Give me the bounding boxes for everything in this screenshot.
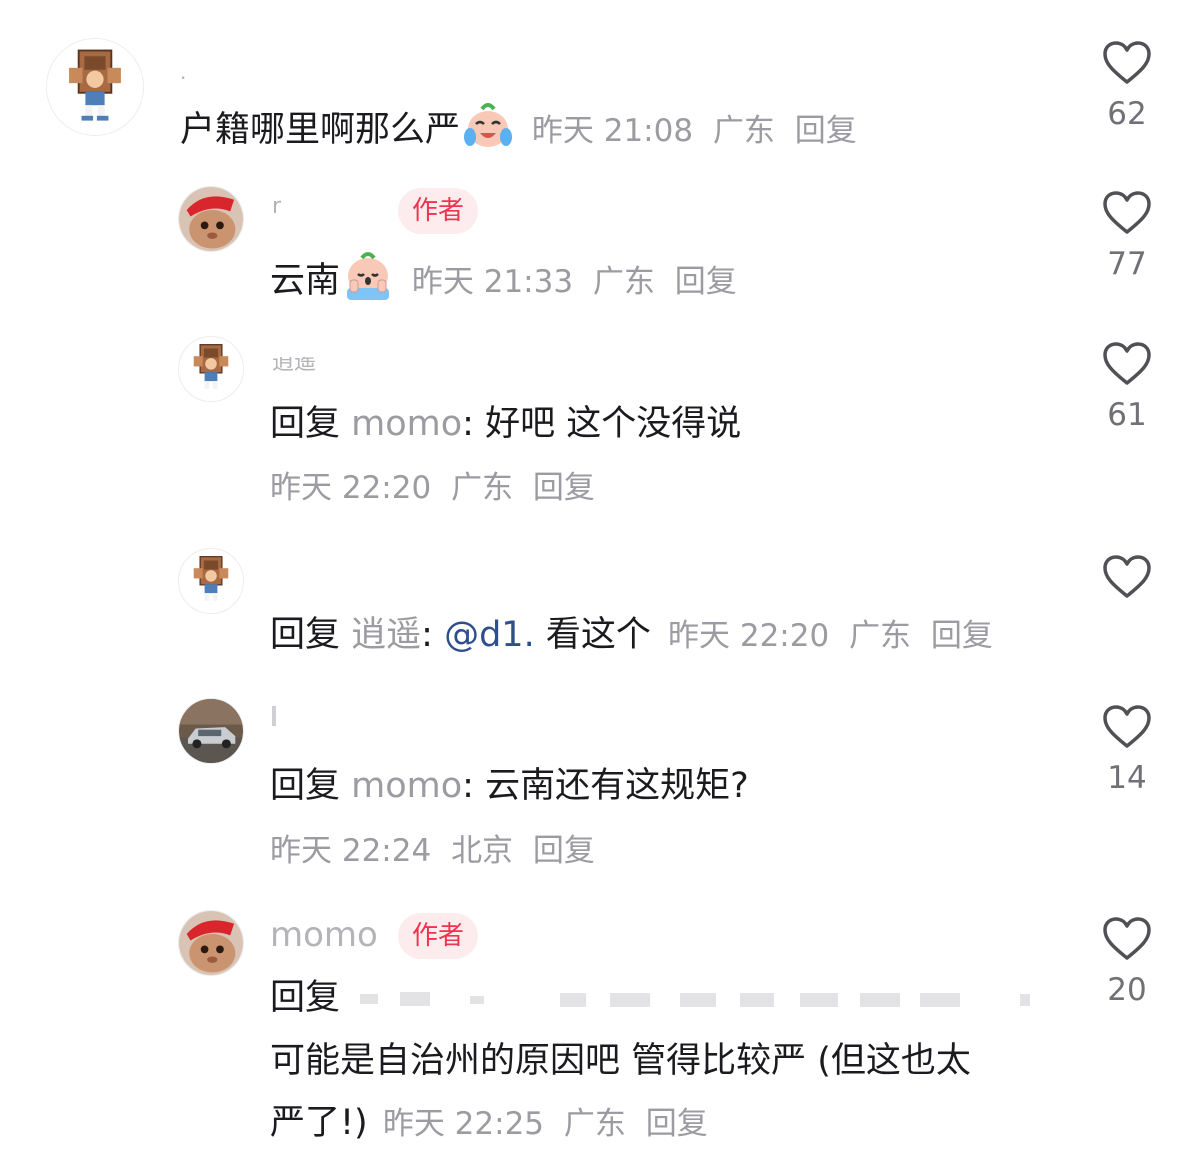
username[interactable]: r xyxy=(272,194,281,219)
reply-link[interactable]: 回复 xyxy=(533,833,595,869)
reply-to-user[interactable]: momo xyxy=(351,766,462,806)
like-button[interactable]: 14 xyxy=(1087,704,1167,798)
reply-target-obscured xyxy=(360,990,1040,1010)
username[interactable]: . xyxy=(180,60,186,84)
heart-outline-icon xyxy=(1103,342,1151,385)
comment-time: 昨天 22:20 xyxy=(668,618,830,654)
comment-text: 严了!) xyxy=(270,1103,368,1143)
avatar[interactable] xyxy=(178,336,244,402)
avatar-cartoon-box-icon xyxy=(47,39,143,135)
like-button[interactable] xyxy=(1087,554,1167,600)
comment-text: : 好吧 这个没得说 xyxy=(462,404,742,444)
avatar-cat-red-hat-icon xyxy=(179,911,243,975)
avatar[interactable] xyxy=(178,548,244,614)
comment-meta: 昨天 22:24 北京 回复 xyxy=(270,827,605,875)
comment-text: 看这个 xyxy=(534,615,651,655)
reply-prefix: 回复 xyxy=(270,615,341,655)
reply-prefix: 回复 xyxy=(270,978,341,1018)
reply-link[interactable]: 回复 xyxy=(675,264,737,300)
comment-location: 广东 xyxy=(451,470,514,506)
comment-time: 昨天 22:20 xyxy=(270,470,432,506)
avatar[interactable] xyxy=(46,38,144,136)
like-button[interactable]: 77 xyxy=(1087,190,1167,284)
reply-to-user[interactable]: momo xyxy=(351,404,462,444)
comment-location: 北京 xyxy=(451,833,514,869)
comment-body-line3: 严了!) 昨天 22:25 广东 回复 xyxy=(270,1099,718,1148)
like-count: 20 xyxy=(1107,972,1147,1008)
heart-outline-icon xyxy=(1103,917,1151,960)
username[interactable]: 逍遥 xyxy=(272,357,316,379)
comment-location: 广东 xyxy=(712,113,775,149)
author-badge: 作者 xyxy=(398,913,479,959)
heart-outline-icon xyxy=(1103,555,1151,598)
comment-text: : 云南还有这规矩? xyxy=(462,766,749,806)
comment-body: 回复 逍遥: @d1. 看这个 昨天 22:20 广东 回复 xyxy=(270,611,1003,660)
avatar-cat-red-hat-icon xyxy=(179,187,243,251)
comment-time: 昨天 22:24 xyxy=(270,833,432,869)
author-badge: 作者 xyxy=(398,188,479,234)
like-count: 14 xyxy=(1107,760,1147,796)
avatar[interactable] xyxy=(178,698,244,764)
like-count: 62 xyxy=(1107,96,1147,132)
reply-link[interactable]: 回复 xyxy=(533,470,595,506)
comment-location: 广东 xyxy=(849,618,912,654)
comment-location: 广东 xyxy=(563,1106,626,1142)
mention-link[interactable]: @d1. xyxy=(444,615,535,655)
comment-body: 云南 昨天 21:33 广东 回复 xyxy=(270,250,747,306)
comment-text: 云南 xyxy=(270,261,341,301)
comment-body: 回复 momo: 好吧 这个没得说 xyxy=(270,400,741,448)
avatar[interactable] xyxy=(178,186,244,252)
heart-outline-icon xyxy=(1103,191,1151,234)
like-button[interactable]: 62 xyxy=(1087,40,1167,134)
comment-body: 回复 momo: 云南还有这规矩? xyxy=(270,762,749,810)
reply-link[interactable]: 回复 xyxy=(795,113,857,149)
like-count: 61 xyxy=(1107,397,1147,433)
avatar-cartoon-box-icon xyxy=(179,337,243,401)
content-separator: : xyxy=(421,615,445,655)
username[interactable]: momo xyxy=(270,915,378,955)
heart-outline-icon xyxy=(1103,41,1151,84)
comment-thread: . 户籍哪里啊那么严 昨天 21:08 广东 回复 62 r 作者 云南 昨天 … xyxy=(0,0,1200,1164)
comment-meta: 昨天 22:20 广东 回复 xyxy=(270,464,605,512)
crying-laugh-emoji-icon xyxy=(462,99,514,151)
comment-text: 户籍哪里啊那么严 xyxy=(180,110,461,150)
reply-prefix: 回复 xyxy=(270,766,341,806)
comment-time: 昨天 22:25 xyxy=(382,1106,545,1142)
reply-to-user[interactable]: 逍遥 xyxy=(351,615,421,655)
avatar-car-photo-icon xyxy=(179,699,243,763)
reply-link[interactable]: 回复 xyxy=(931,618,993,654)
comment-time: 昨天 21:08 xyxy=(531,113,694,149)
reply-prefix: 回复 xyxy=(270,404,341,444)
like-count: 77 xyxy=(1107,246,1147,282)
comment-time: 昨天 21:33 xyxy=(411,264,574,300)
comment-body: 户籍哪里啊那么严 昨天 21:08 广东 回复 xyxy=(180,99,867,155)
like-button[interactable]: 61 xyxy=(1087,341,1167,435)
reply-link[interactable]: 回复 xyxy=(646,1106,708,1142)
avatar[interactable] xyxy=(178,910,244,976)
comment-body-line2: 可能是自治州的原因吧 管得比较严 (但这也太 xyxy=(270,1041,971,1081)
avatar-cartoon-box-icon xyxy=(179,549,243,613)
comment-location: 广东 xyxy=(592,264,655,300)
crying-hands-emoji-icon xyxy=(342,250,394,302)
like-button[interactable]: 20 xyxy=(1087,916,1167,1010)
comment-body-line1: 回复 xyxy=(270,974,340,1022)
heart-outline-icon xyxy=(1103,705,1151,748)
username-obscured xyxy=(272,706,276,726)
